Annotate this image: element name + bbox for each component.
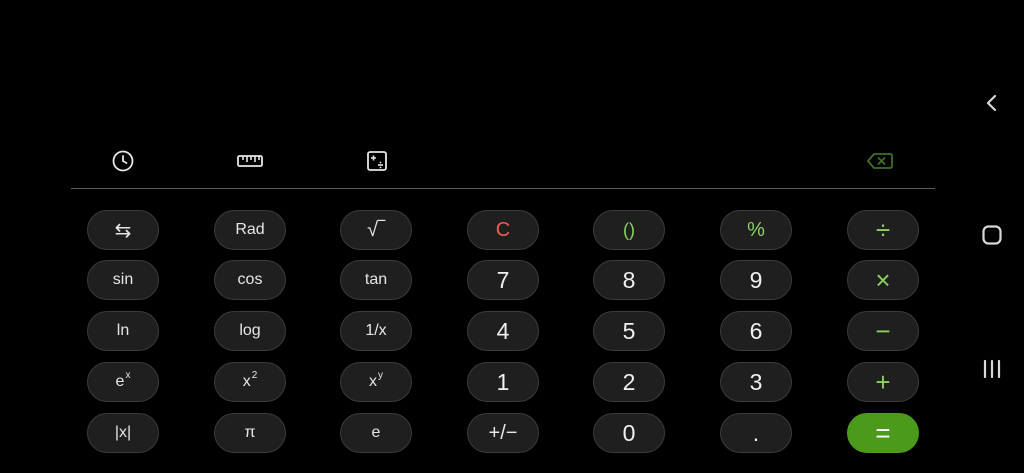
euler-button[interactable]: e [340, 413, 412, 453]
digit-5-button[interactable]: 5 [593, 311, 665, 351]
percent-button[interactable]: % [720, 210, 792, 250]
exp-base: e [115, 373, 125, 390]
square-base: x [242, 373, 251, 390]
swap-functions-button[interactable]: ⇆ [87, 210, 159, 250]
digit-1-button[interactable]: 1 [467, 362, 539, 402]
decimal-button[interactable]: . [720, 413, 792, 453]
swap-icon: ⇆ [114, 219, 132, 242]
reciprocal-button[interactable]: 1/x [340, 311, 412, 351]
log-button[interactable]: log [214, 311, 286, 351]
plus-button[interactable]: + [847, 362, 919, 402]
digit-6-button[interactable]: 6 [720, 311, 792, 351]
sin-button[interactable]: sin [87, 260, 159, 300]
keypad: ⇆ Rad √‾ C () % ÷ sin cos tan 7 8 9 × ln… [0, 0, 960, 473]
negate-button[interactable]: +/− [467, 413, 539, 453]
parentheses-button[interactable]: () [593, 210, 665, 250]
sqrt-button[interactable]: √‾ [340, 210, 412, 250]
multiply-button[interactable]: × [847, 260, 919, 300]
calculator-screen: ⇆ Rad √‾ C () % ÷ sin cos tan 7 8 9 × ln… [0, 0, 1024, 473]
digit-3-button[interactable]: 3 [720, 362, 792, 402]
digit-0-button[interactable]: 0 [593, 413, 665, 453]
chevron-left-icon [986, 94, 997, 112]
square-power: 2 [251, 369, 258, 381]
power-base: x [369, 373, 377, 390]
digit-8-button[interactable]: 8 [593, 260, 665, 300]
digit-2-button[interactable]: 2 [593, 362, 665, 402]
minus-button[interactable]: − [847, 311, 919, 351]
nav-home-button[interactable] [974, 217, 1010, 253]
equals-button[interactable]: = [847, 413, 919, 453]
abs-button[interactable]: |x| [87, 413, 159, 453]
cos-button[interactable]: cos [214, 260, 286, 300]
square-button[interactable]: x2 [214, 362, 286, 402]
power-button[interactable]: xy [340, 362, 412, 402]
exp-power: x [125, 369, 131, 381]
system-nav-bar [960, 0, 1024, 473]
digit-4-button[interactable]: 4 [467, 311, 539, 351]
nav-recents-button[interactable] [974, 351, 1010, 387]
ln-button[interactable]: ln [87, 311, 159, 351]
home-icon [982, 225, 1002, 245]
exp-button[interactable]: ex [87, 362, 159, 402]
digit-9-button[interactable]: 9 [720, 260, 792, 300]
tan-button[interactable]: tan [340, 260, 412, 300]
divide-button[interactable]: ÷ [847, 210, 919, 250]
recents-icon [983, 359, 1001, 379]
pi-button[interactable]: π [214, 413, 286, 453]
nav-back-button[interactable] [974, 85, 1010, 121]
power-power: y [378, 369, 383, 381]
rad-button[interactable]: Rad [214, 210, 286, 250]
digit-7-button[interactable]: 7 [467, 260, 539, 300]
clear-button[interactable]: C [467, 210, 539, 250]
